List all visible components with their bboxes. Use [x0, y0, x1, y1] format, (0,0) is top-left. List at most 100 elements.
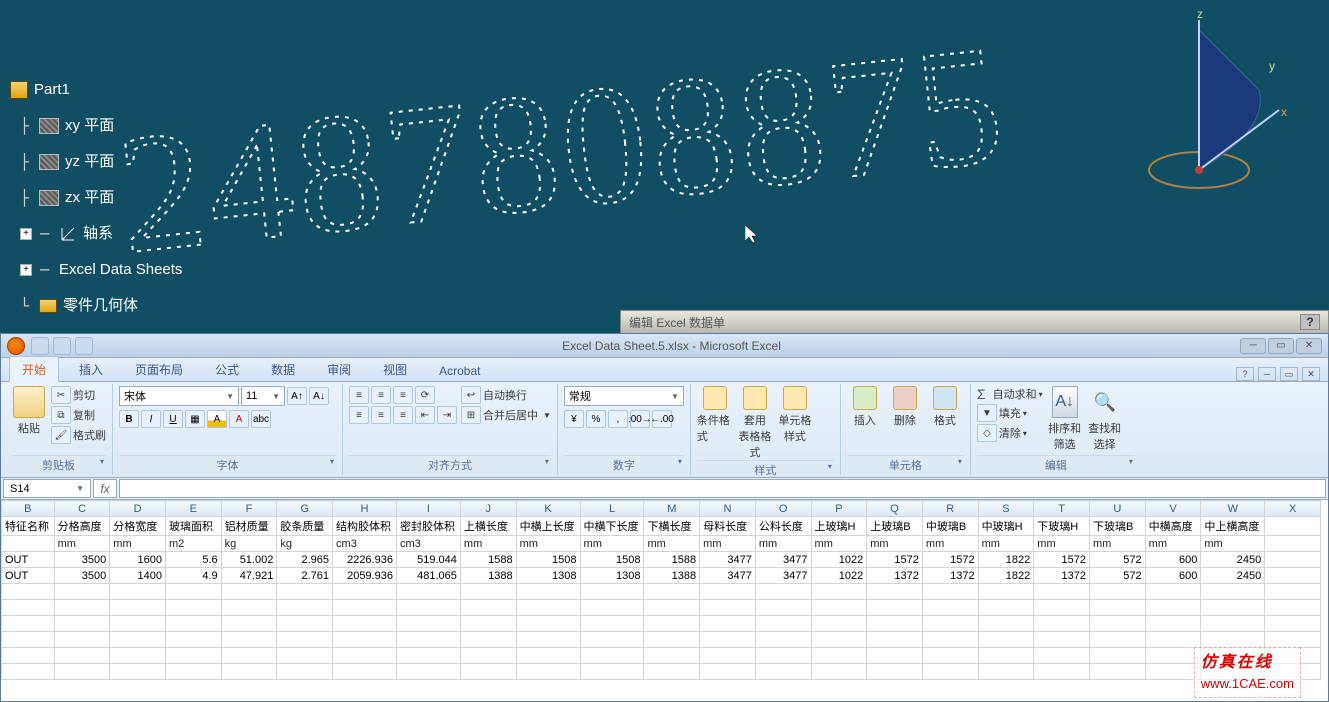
- cell[interactable]: 1822: [978, 568, 1034, 584]
- cell[interactable]: 玻璃面积: [165, 517, 221, 536]
- cell[interactable]: 1508: [580, 552, 644, 568]
- cell[interactable]: 3500: [54, 552, 110, 568]
- cell[interactable]: 铝材质量: [221, 517, 277, 536]
- cell[interactable]: [460, 648, 516, 664]
- expand-icon[interactable]: +: [20, 264, 32, 276]
- cell[interactable]: [165, 616, 221, 632]
- cell[interactable]: 结构胶体积: [333, 517, 397, 536]
- cell[interactable]: [580, 584, 644, 600]
- cell[interactable]: [811, 584, 867, 600]
- cell[interactable]: [2, 584, 55, 600]
- col-header[interactable]: X: [1265, 501, 1321, 517]
- cell[interactable]: 51.002: [221, 552, 277, 568]
- cell[interactable]: mm: [516, 536, 580, 552]
- cell[interactable]: 中横上长度: [516, 517, 580, 536]
- cell[interactable]: 1372: [922, 568, 978, 584]
- cell[interactable]: [1034, 616, 1090, 632]
- cell[interactable]: [755, 616, 811, 632]
- cell[interactable]: [516, 664, 580, 680]
- cell[interactable]: 1572: [1034, 552, 1090, 568]
- cell[interactable]: mm: [700, 536, 756, 552]
- cell[interactable]: [277, 632, 333, 648]
- cell[interactable]: mm: [978, 536, 1034, 552]
- cell[interactable]: [700, 632, 756, 648]
- cell[interactable]: 1588: [644, 552, 700, 568]
- cell[interactable]: [867, 584, 923, 600]
- find-select-button[interactable]: 🔍查找和 选择: [1087, 386, 1123, 452]
- cell[interactable]: 4.9: [165, 568, 221, 584]
- cell[interactable]: 1822: [978, 552, 1034, 568]
- spreadsheet[interactable]: BCDEFGHIJKLMNOPQRSTUVWX 特征名称分格高度分格宽度玻璃面积…: [1, 500, 1321, 680]
- cell[interactable]: [333, 616, 397, 632]
- cell[interactable]: [978, 632, 1034, 648]
- cell[interactable]: [700, 648, 756, 664]
- cell[interactable]: mm: [54, 536, 110, 552]
- cell[interactable]: [978, 616, 1034, 632]
- minimize-button[interactable]: ─: [1240, 338, 1266, 354]
- table-row[interactable]: [2, 600, 1321, 616]
- tab-insert[interactable]: 插入: [67, 357, 115, 381]
- col-header[interactable]: S: [978, 501, 1034, 517]
- grow-font-button[interactable]: A↑: [287, 387, 307, 405]
- cell[interactable]: [110, 616, 166, 632]
- table-row[interactable]: [2, 632, 1321, 648]
- border-button[interactable]: ▦: [185, 410, 205, 428]
- cell[interactable]: 1572: [922, 552, 978, 568]
- formula-input[interactable]: [119, 479, 1326, 498]
- cell[interactable]: [867, 600, 923, 616]
- currency-button[interactable]: ¥: [564, 410, 584, 428]
- cell[interactable]: [221, 616, 277, 632]
- cell[interactable]: 5.6: [165, 552, 221, 568]
- cell[interactable]: 分格宽度: [110, 517, 166, 536]
- fill-button[interactable]: ▼填充▾: [977, 404, 1043, 422]
- cell[interactable]: [1265, 536, 1321, 552]
- cell[interactable]: [396, 648, 460, 664]
- cell[interactable]: [922, 648, 978, 664]
- cell[interactable]: [516, 600, 580, 616]
- cell[interactable]: [867, 632, 923, 648]
- cell[interactable]: [1089, 584, 1145, 600]
- cell[interactable]: [2, 664, 55, 680]
- col-header[interactable]: K: [516, 501, 580, 517]
- cell[interactable]: 中玻璃H: [978, 517, 1034, 536]
- cell[interactable]: mm: [755, 536, 811, 552]
- cell[interactable]: [580, 664, 644, 680]
- cell[interactable]: [396, 600, 460, 616]
- cell[interactable]: [1145, 584, 1201, 600]
- cell[interactable]: [460, 584, 516, 600]
- cell[interactable]: 1308: [516, 568, 580, 584]
- table-format-button[interactable]: 套用 表格格式: [737, 386, 773, 460]
- brush-button[interactable]: 🖌格式刷: [51, 426, 106, 444]
- col-header[interactable]: L: [580, 501, 644, 517]
- cell[interactable]: [1201, 600, 1265, 616]
- cell[interactable]: [1034, 600, 1090, 616]
- cell[interactable]: [1034, 648, 1090, 664]
- shrink-font-button[interactable]: A↓: [309, 387, 329, 405]
- cell[interactable]: 特征名称: [2, 517, 55, 536]
- cell[interactable]: [1034, 632, 1090, 648]
- col-header[interactable]: H: [333, 501, 397, 517]
- indent-inc-button[interactable]: ⇥: [437, 406, 457, 424]
- cell[interactable]: [221, 664, 277, 680]
- orient-button[interactable]: ⟳: [415, 386, 435, 404]
- cell[interactable]: 3477: [700, 568, 756, 584]
- cell[interactable]: [396, 584, 460, 600]
- cell[interactable]: 1588: [460, 552, 516, 568]
- help-icon[interactable]: ?: [1236, 367, 1254, 381]
- column-headers[interactable]: BCDEFGHIJKLMNOPQRSTUVWX: [2, 501, 1321, 517]
- cell[interactable]: [54, 664, 110, 680]
- cell[interactable]: [1265, 600, 1321, 616]
- tab-data[interactable]: 数据: [259, 357, 307, 381]
- tab-layout[interactable]: 页面布局: [123, 357, 195, 381]
- merge-button[interactable]: ⊞合并后居中▼: [461, 406, 551, 424]
- cell[interactable]: [460, 632, 516, 648]
- cell[interactable]: m2: [165, 536, 221, 552]
- cell[interactable]: [165, 632, 221, 648]
- inc-dec-button[interactable]: .00→: [630, 410, 650, 428]
- fill-color-button[interactable]: A: [207, 410, 227, 428]
- office-button[interactable]: [7, 337, 25, 355]
- cell[interactable]: [333, 584, 397, 600]
- cell[interactable]: [811, 600, 867, 616]
- cell[interactable]: 1372: [1034, 568, 1090, 584]
- cell[interactable]: [1089, 600, 1145, 616]
